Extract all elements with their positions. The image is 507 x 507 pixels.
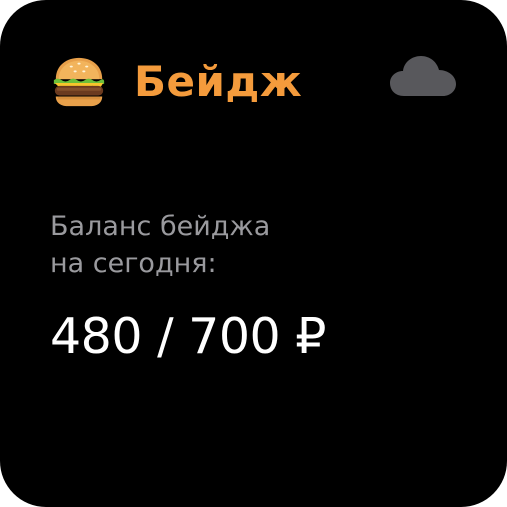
cloud-icon[interactable] — [388, 52, 458, 100]
balance-label-line2: на сегодня: — [50, 248, 217, 279]
hamburger-icon — [53, 57, 105, 107]
badge-widget[interactable]: Бейдж Баланс бейджа на сегодня: 480 / 70… — [0, 0, 507, 507]
balance-label-line1: Баланс бейджа — [50, 211, 271, 242]
balance-label: Баланс бейджа на сегодня: — [50, 208, 270, 282]
balance-value: 480 / 700 ₽ — [50, 308, 326, 365]
widget-header: Бейдж — [50, 52, 302, 112]
widget-title: Бейдж — [134, 57, 303, 106]
